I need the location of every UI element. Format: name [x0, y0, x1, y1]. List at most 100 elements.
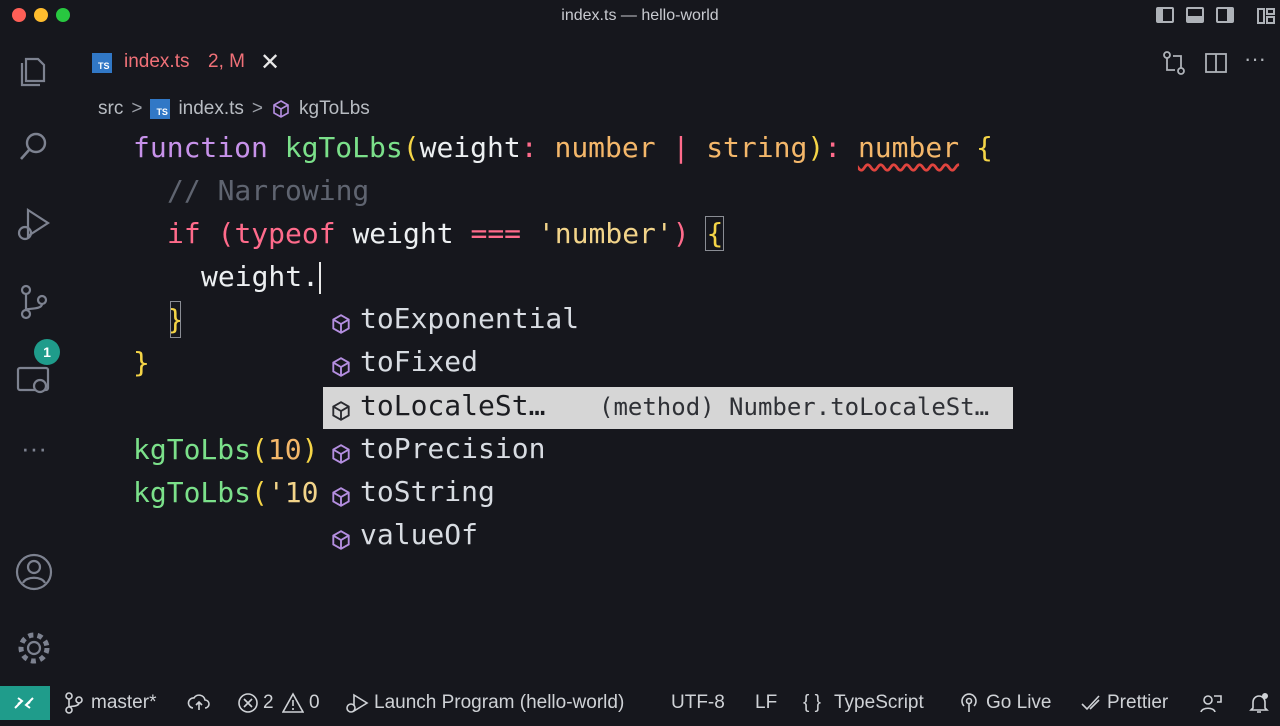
keyword: typeof — [234, 217, 336, 250]
feedback-icon[interactable] — [1199, 692, 1223, 720]
code-line-3[interactable]: if (typeof weight === 'number') { — [167, 212, 725, 255]
brace: { — [975, 131, 993, 164]
suggestion-item[interactable]: toExponential — [323, 300, 1013, 342]
window-title: index.ts — hello-world — [561, 7, 719, 24]
status-bar: master* 2 0 Launch Program (hello-world)… — [0, 686, 1280, 720]
number-literal: 10 — [267, 433, 302, 466]
symbol-cube-icon — [271, 99, 291, 119]
activity-bar: 1 ··· — [0, 34, 70, 686]
suggestion-item[interactable]: toString — [323, 473, 1013, 515]
code-line-7[interactable]: kgToLbs(10) — [133, 428, 318, 471]
type: string — [706, 131, 808, 164]
suggestion-label: toPrecision — [360, 432, 546, 465]
remote-indicator[interactable] — [0, 686, 50, 720]
search-icon[interactable] — [14, 127, 54, 167]
more-views-icon[interactable]: ··· — [14, 435, 54, 478]
function-call: kgToLbs — [133, 476, 252, 509]
paren: ( — [217, 217, 235, 250]
check-all-icon — [1080, 692, 1102, 720]
tab-index-ts[interactable]: TS index.ts 2, M ✕ — [82, 34, 290, 90]
breadcrumb-separator: > — [251, 98, 264, 119]
warning-icon — [281, 692, 305, 720]
suggestion-item[interactable]: toPrecision — [323, 430, 1013, 472]
suggestion-item[interactable]: toFixed — [323, 343, 1013, 385]
warning-count[interactable]: 0 — [309, 692, 320, 714]
remote-explorer-icon[interactable] — [14, 360, 54, 400]
manage-gear-icon[interactable] — [14, 628, 54, 668]
error-count[interactable]: 2 — [263, 692, 274, 714]
tab-problem-status: 2, M — [208, 51, 245, 72]
toggle-secondary-sidebar-icon[interactable] — [1216, 7, 1234, 23]
open-changes-icon[interactable] — [1161, 50, 1187, 76]
punct: : — [824, 131, 842, 164]
code-line-6[interactable]: } — [133, 341, 150, 384]
breadcrumb-symbol[interactable]: kgToLbs — [299, 98, 370, 120]
return-type-error: number — [857, 131, 960, 164]
paren: ) — [807, 131, 825, 164]
operator: === — [470, 217, 522, 250]
keyword: function — [133, 131, 268, 164]
suggestion-widget: toExponential toFixed toLocaleSt… (metho… — [323, 300, 1013, 560]
paren: ( — [402, 131, 420, 164]
suggestion-detail: (method) Number.toLocaleSt… — [599, 393, 990, 421]
suggestion-item[interactable]: valueOf — [323, 516, 1013, 558]
code-line-4[interactable]: weight. — [201, 255, 322, 298]
breadcrumb-folder[interactable]: src — [98, 98, 123, 120]
code-line-8[interactable]: kgToLbs('10 — [133, 471, 318, 514]
keyword: if — [167, 217, 201, 250]
string-literal: 'number' — [537, 217, 673, 250]
typescript-file-icon: TS — [92, 53, 112, 73]
go-live[interactable]: Go Live — [986, 692, 1051, 714]
paren: ( — [251, 476, 268, 509]
text-cursor — [319, 262, 322, 294]
paren: ) — [301, 433, 319, 466]
explorer-icon[interactable] — [14, 51, 54, 91]
toggle-panel-icon[interactable] — [1186, 7, 1204, 23]
notifications-bell-icon[interactable] — [1248, 692, 1270, 720]
git-branch[interactable]: master* — [91, 692, 156, 714]
prettier[interactable]: Prettier — [1107, 692, 1168, 714]
tab-filename: index.ts — [124, 51, 190, 72]
method-cube-icon — [330, 309, 352, 334]
string-literal: '10 — [267, 476, 319, 509]
code-line-5[interactable]: } — [167, 298, 184, 341]
method-cube-icon — [330, 439, 352, 464]
sync-cloud-icon[interactable] — [187, 692, 211, 720]
language-braces-icon: { } — [803, 692, 821, 713]
suggestion-label: toExponential — [360, 302, 580, 335]
punct: | — [672, 131, 690, 164]
toggle-primary-sidebar-icon[interactable] — [1156, 7, 1174, 23]
member-access: weight. — [201, 260, 320, 293]
brace: { — [705, 216, 725, 251]
function-name: kgToLbs — [284, 131, 403, 164]
paren: ) — [672, 217, 690, 250]
suggestion-label: toLocaleSt… — [360, 389, 546, 422]
suggestion-item-selected[interactable]: toLocaleSt… (method) Number.toLocaleSt… — [323, 387, 1013, 429]
run-debug-icon[interactable] — [14, 204, 54, 244]
suggestion-label: toString — [360, 475, 495, 508]
suggestion-label: toFixed — [360, 345, 479, 378]
split-editor-icon[interactable] — [1203, 50, 1229, 76]
branch-icon — [64, 692, 84, 720]
customize-layout-icon[interactable] — [1256, 6, 1276, 26]
parameter: weight — [419, 131, 521, 164]
code-line-2[interactable]: // Narrowing — [167, 169, 369, 212]
breadcrumb-separator: > — [131, 98, 143, 119]
breadcrumb-file[interactable]: index.ts — [178, 98, 243, 120]
more-actions-icon[interactable]: ··· — [1244, 48, 1270, 76]
tab-close-icon[interactable]: ✕ — [260, 48, 280, 77]
language-mode[interactable]: TypeScript — [834, 692, 924, 714]
source-control-icon[interactable] — [14, 282, 54, 322]
method-cube-icon — [330, 482, 352, 507]
launch-configuration[interactable]: Launch Program (hello-world) — [374, 692, 624, 714]
debug-launch-icon — [345, 692, 369, 720]
function-call: kgToLbs — [133, 433, 252, 466]
end-of-line[interactable]: LF — [755, 692, 777, 714]
method-cube-icon — [330, 396, 352, 421]
identifier: weight — [352, 217, 454, 250]
encoding[interactable]: UTF-8 — [671, 692, 725, 714]
breadcrumb: src > TS index.ts > kgToLbs — [98, 96, 370, 122]
title-bar: index.ts — hello-world — [0, 0, 1280, 34]
accounts-icon[interactable] — [14, 552, 54, 592]
code-line-1[interactable]: function kgToLbs(weight: number | string… — [133, 126, 993, 169]
